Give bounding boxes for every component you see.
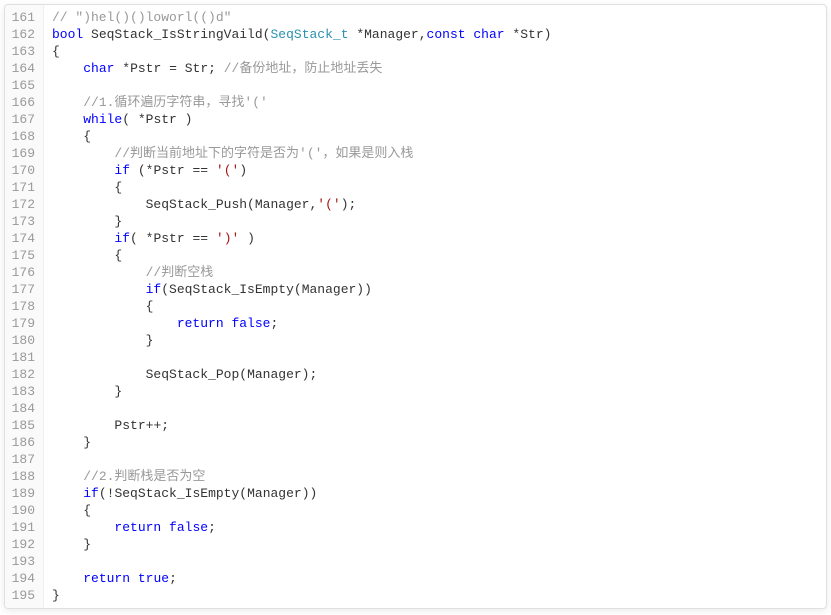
- line-number: 166: [11, 94, 35, 111]
- code-line[interactable]: [52, 400, 826, 417]
- line-number: 194: [11, 570, 35, 587]
- code-line[interactable]: SeqStack_Push(Manager,'(');: [52, 196, 826, 213]
- code-line[interactable]: char *Pstr = Str; //备份地址，防止地址丢失: [52, 60, 826, 77]
- code-line[interactable]: Pstr++;: [52, 417, 826, 434]
- code-line[interactable]: //1.循环遍历字符串，寻找'(': [52, 94, 826, 111]
- line-number: 172: [11, 196, 35, 213]
- code-line[interactable]: {: [52, 247, 826, 264]
- code-line[interactable]: {: [52, 128, 826, 145]
- line-number: 188: [11, 468, 35, 485]
- line-number: 168: [11, 128, 35, 145]
- code-area: 1611621631641651661671681691701711721731…: [5, 5, 826, 608]
- code-line[interactable]: while( *Pstr ): [52, 111, 826, 128]
- code-line[interactable]: }: [52, 434, 826, 451]
- code-line[interactable]: {: [52, 298, 826, 315]
- line-number: 169: [11, 145, 35, 162]
- code-line[interactable]: }: [52, 536, 826, 553]
- line-number: 165: [11, 77, 35, 94]
- line-number: 164: [11, 60, 35, 77]
- code-line[interactable]: [52, 451, 826, 468]
- code-line[interactable]: if(SeqStack_IsEmpty(Manager)): [52, 281, 826, 298]
- code-line[interactable]: return false;: [52, 519, 826, 536]
- line-number: 175: [11, 247, 35, 264]
- line-number: 185: [11, 417, 35, 434]
- line-number: 181: [11, 349, 35, 366]
- line-number: 190: [11, 502, 35, 519]
- line-number: 167: [11, 111, 35, 128]
- code-line[interactable]: {: [52, 502, 826, 519]
- code-line[interactable]: [52, 553, 826, 570]
- code-line[interactable]: if (*Pstr == '('): [52, 162, 826, 179]
- code-line[interactable]: }: [52, 213, 826, 230]
- line-number: 180: [11, 332, 35, 349]
- code-editor[interactable]: 1611621631641651661671681691701711721731…: [4, 4, 827, 609]
- line-number: 170: [11, 162, 35, 179]
- line-number: 179: [11, 315, 35, 332]
- code-line[interactable]: }: [52, 332, 826, 349]
- line-number: 184: [11, 400, 35, 417]
- code-line[interactable]: {: [52, 43, 826, 60]
- code-line[interactable]: if(!SeqStack_IsEmpty(Manager)): [52, 485, 826, 502]
- code-line[interactable]: if( *Pstr == ')' ): [52, 230, 826, 247]
- line-number: 161: [11, 9, 35, 26]
- line-number: 195: [11, 587, 35, 604]
- line-number: 183: [11, 383, 35, 400]
- code-line[interactable]: //2.判断栈是否为空: [52, 468, 826, 485]
- line-number: 193: [11, 553, 35, 570]
- code-line[interactable]: bool SeqStack_IsStringVaild(SeqStack_t *…: [52, 26, 826, 43]
- line-number: 177: [11, 281, 35, 298]
- line-number: 186: [11, 434, 35, 451]
- line-number: 191: [11, 519, 35, 536]
- code-line[interactable]: return true;: [52, 570, 826, 587]
- code-line[interactable]: }: [52, 587, 826, 604]
- code-line[interactable]: // ")hel()()loworl(()d": [52, 9, 826, 26]
- line-number-gutter: 1611621631641651661671681691701711721731…: [5, 5, 44, 608]
- line-number: 171: [11, 179, 35, 196]
- code-line[interactable]: SeqStack_Pop(Manager);: [52, 366, 826, 383]
- code-line[interactable]: }: [52, 383, 826, 400]
- code-line[interactable]: //判断当前地址下的字符是否为'('，如果是则入栈: [52, 145, 826, 162]
- code-line[interactable]: [52, 349, 826, 366]
- code-line[interactable]: {: [52, 179, 826, 196]
- code-content[interactable]: // ")hel()()loworl(()d"bool SeqStack_IsS…: [44, 5, 826, 608]
- line-number: 173: [11, 213, 35, 230]
- line-number: 182: [11, 366, 35, 383]
- line-number: 187: [11, 451, 35, 468]
- code-line[interactable]: return false;: [52, 315, 826, 332]
- code-line[interactable]: [52, 77, 826, 94]
- code-line[interactable]: //判断空栈: [52, 264, 826, 281]
- line-number: 174: [11, 230, 35, 247]
- line-number: 178: [11, 298, 35, 315]
- line-number: 176: [11, 264, 35, 281]
- line-number: 162: [11, 26, 35, 43]
- line-number: 163: [11, 43, 35, 60]
- line-number: 189: [11, 485, 35, 502]
- line-number: 192: [11, 536, 35, 553]
